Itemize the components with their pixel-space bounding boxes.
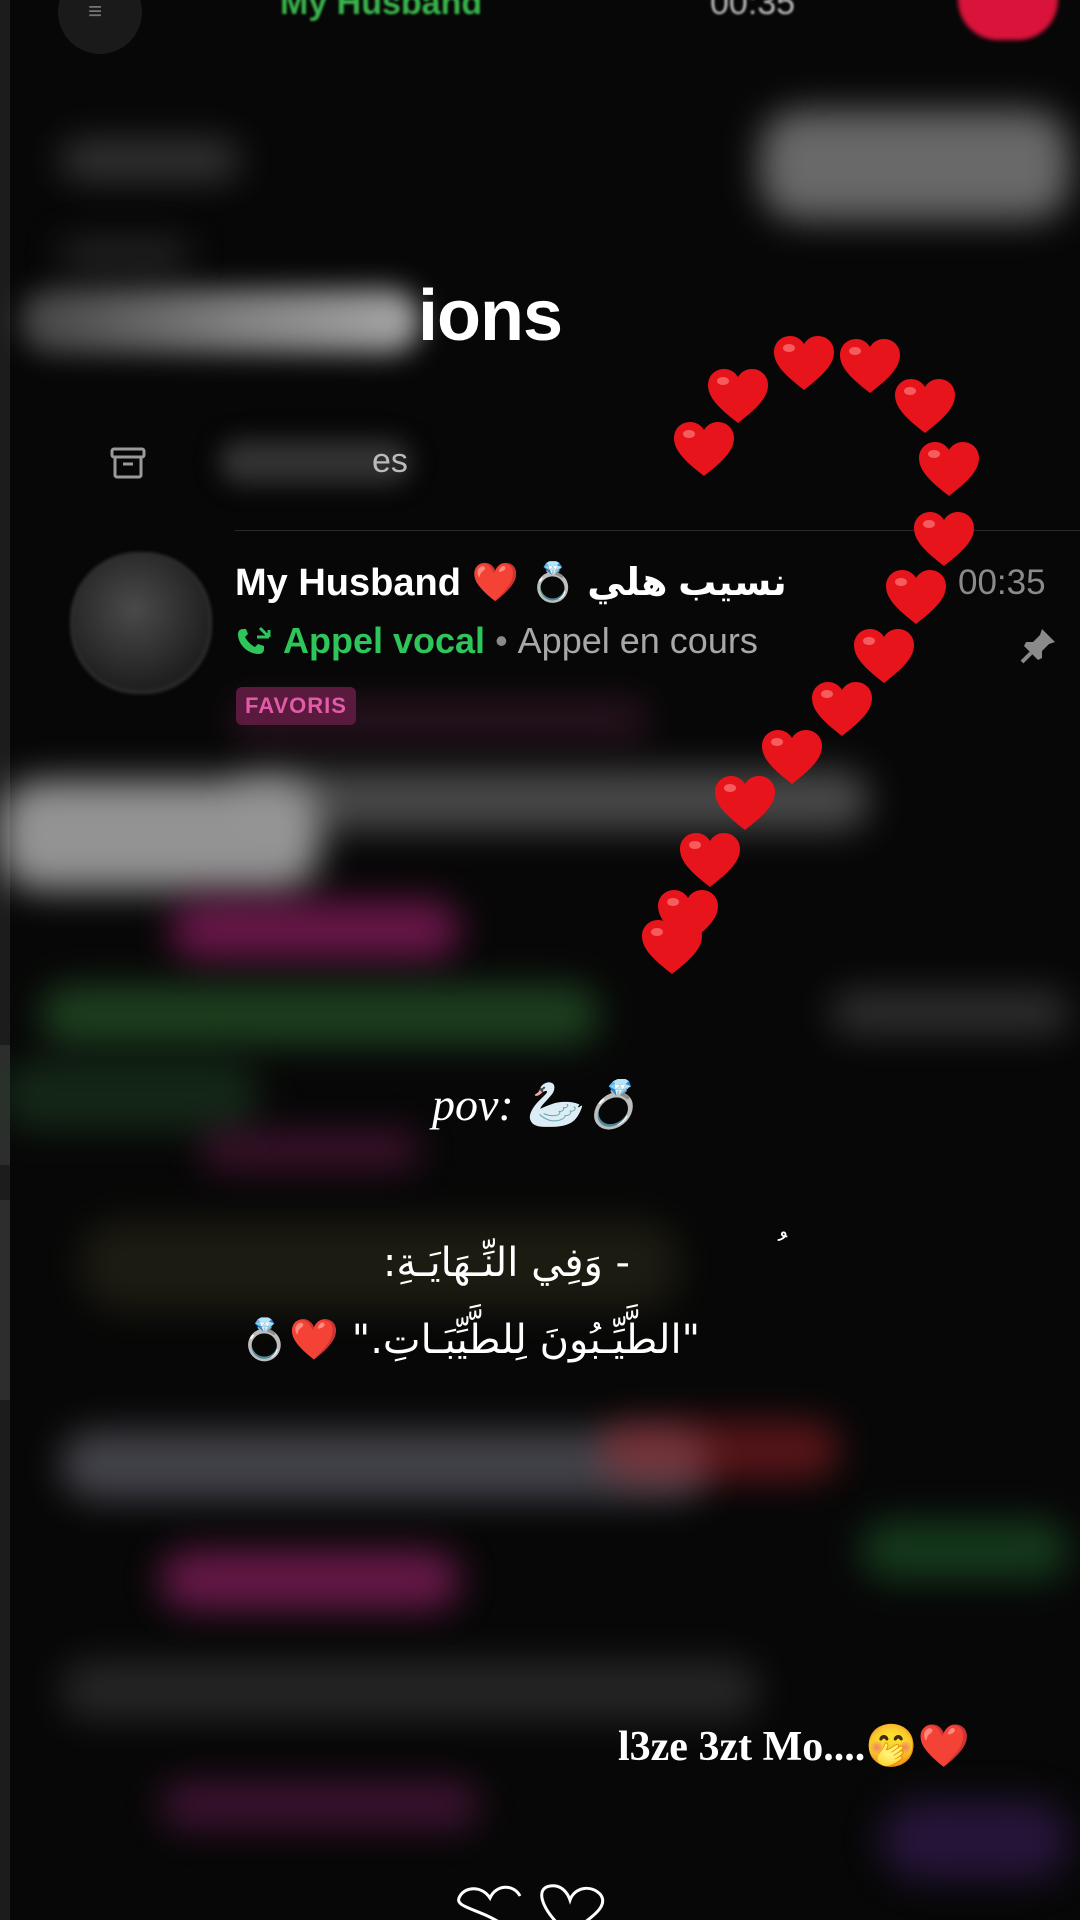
- archived-row[interactable]: es: [110, 440, 510, 490]
- top-contact-title: My Husband: [280, 0, 483, 22]
- page-title-wrap: ions: [20, 275, 580, 365]
- heart-icon: [919, 442, 979, 496]
- heart-icon: [854, 629, 914, 683]
- arabic-caption-line1: - وَفِي النِّـهَايَـةِ:: [382, 1240, 630, 1286]
- favorites-badge: FAVORIS: [236, 687, 356, 725]
- page-title: ions: [418, 276, 563, 356]
- heart-icon: [886, 570, 946, 624]
- archive-icon: [110, 447, 146, 479]
- call-status: Appel en cours: [517, 620, 758, 661]
- pov-caption: pov: 🦢💍: [432, 1079, 640, 1130]
- top-bar: ≡ My Husband 00:35: [0, 0, 1080, 55]
- heart-icon: [680, 833, 740, 887]
- avatar[interactable]: [70, 552, 212, 694]
- heart-icon: [674, 422, 734, 476]
- phone-call-icon: [238, 626, 271, 654]
- pin-icon[interactable]: [1018, 626, 1058, 666]
- left-edge: [0, 0, 10, 1920]
- heart-icon: [715, 776, 775, 830]
- heart-icon: [774, 336, 834, 390]
- call-status-row: Appel vocal • Appel en cours: [235, 620, 758, 662]
- heart-icon: [914, 512, 974, 566]
- top-timer: 00:35: [710, 0, 796, 22]
- menu-icon: ≡: [88, 0, 103, 25]
- back-button[interactable]: ≡: [58, 0, 142, 54]
- arabic-caption-line2: "الطَّيِّـبُونَ لِلطَّيِّبَـاتِ." ❤️💍: [239, 1317, 700, 1363]
- chat-name: My Husband ❤️ 💍 نسيب هلي: [235, 562, 787, 604]
- end-call-button[interactable]: [958, 0, 1058, 40]
- heart-icon: [895, 379, 955, 433]
- call-type: Appel vocal: [283, 620, 486, 661]
- story-screen: ≡ My Husband 00:35 ions es My Husband ❤️…: [0, 0, 1080, 1920]
- separator: •: [495, 620, 508, 661]
- heart-icon: [708, 369, 768, 423]
- heart-icon: [642, 920, 702, 974]
- heart-outline-icon: [457, 1884, 604, 1920]
- signature-caption: l3ze 3zt Mo....🤭❤️: [618, 1724, 970, 1770]
- archived-label: es: [372, 442, 408, 480]
